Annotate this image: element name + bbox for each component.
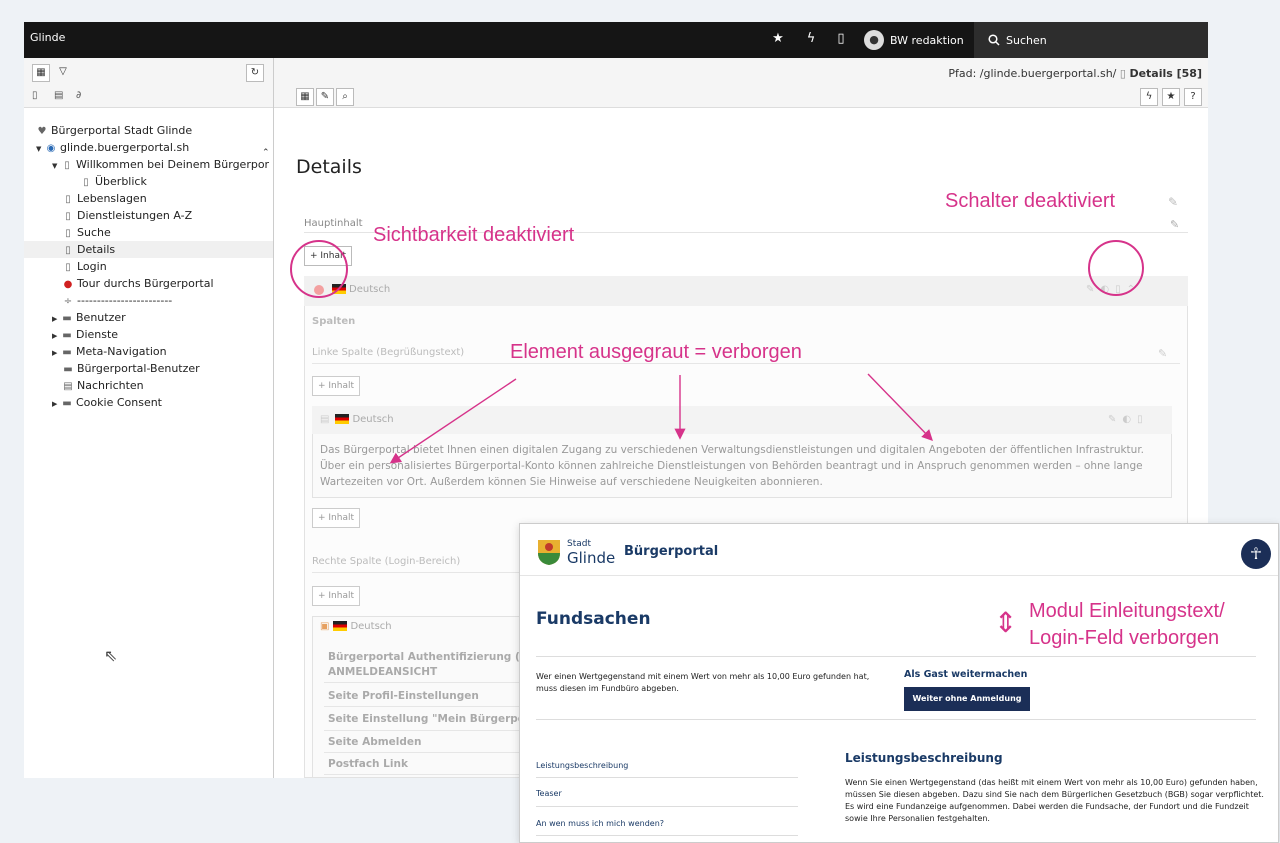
description-text: Wenn Sie einen Wertgegenstand (das heißt… — [845, 778, 1264, 823]
divider — [536, 806, 798, 807]
divider — [536, 719, 1256, 720]
site-lead-text: Wer einen Wertgegenstand mit einem Wert … — [536, 672, 870, 693]
up-down-arrow-icon: ⇕ — [994, 606, 1018, 639]
accessibility-icon[interactable]: ☥ — [1241, 539, 1271, 569]
guest-heading: Als Gast weitermachen — [904, 669, 1028, 680]
description-heading: Leistungsbeschreibung — [845, 751, 1003, 765]
side-nav-link[interactable]: Teaser — [536, 789, 562, 798]
site-portal-label[interactable]: Bürgerportal — [624, 544, 718, 559]
divider — [536, 835, 798, 836]
site-page-title: Fundsachen — [536, 609, 651, 629]
site-stadt-label: Stadt — [567, 539, 591, 549]
site-glinde-label: Glinde — [567, 549, 616, 567]
side-nav-link[interactable]: An wen muss ich mich wenden? — [536, 819, 664, 828]
annotation-modul: Modul Einleitungstext/Login-Feld verborg… — [1029, 600, 1225, 649]
continue-without-login-button[interactable]: Weiter ohne Anmeldung — [904, 687, 1030, 711]
crest-icon — [538, 540, 560, 565]
site-header: Stadt Glinde Bürgerportal ☥ — [520, 524, 1278, 576]
side-nav-link[interactable]: Leistungsbeschreibung — [536, 761, 628, 770]
divider — [536, 777, 798, 778]
divider — [536, 656, 1256, 657]
frontend-preview: Stadt Glinde Bürgerportal ☥ Fundsachen ⇕… — [519, 523, 1279, 843]
